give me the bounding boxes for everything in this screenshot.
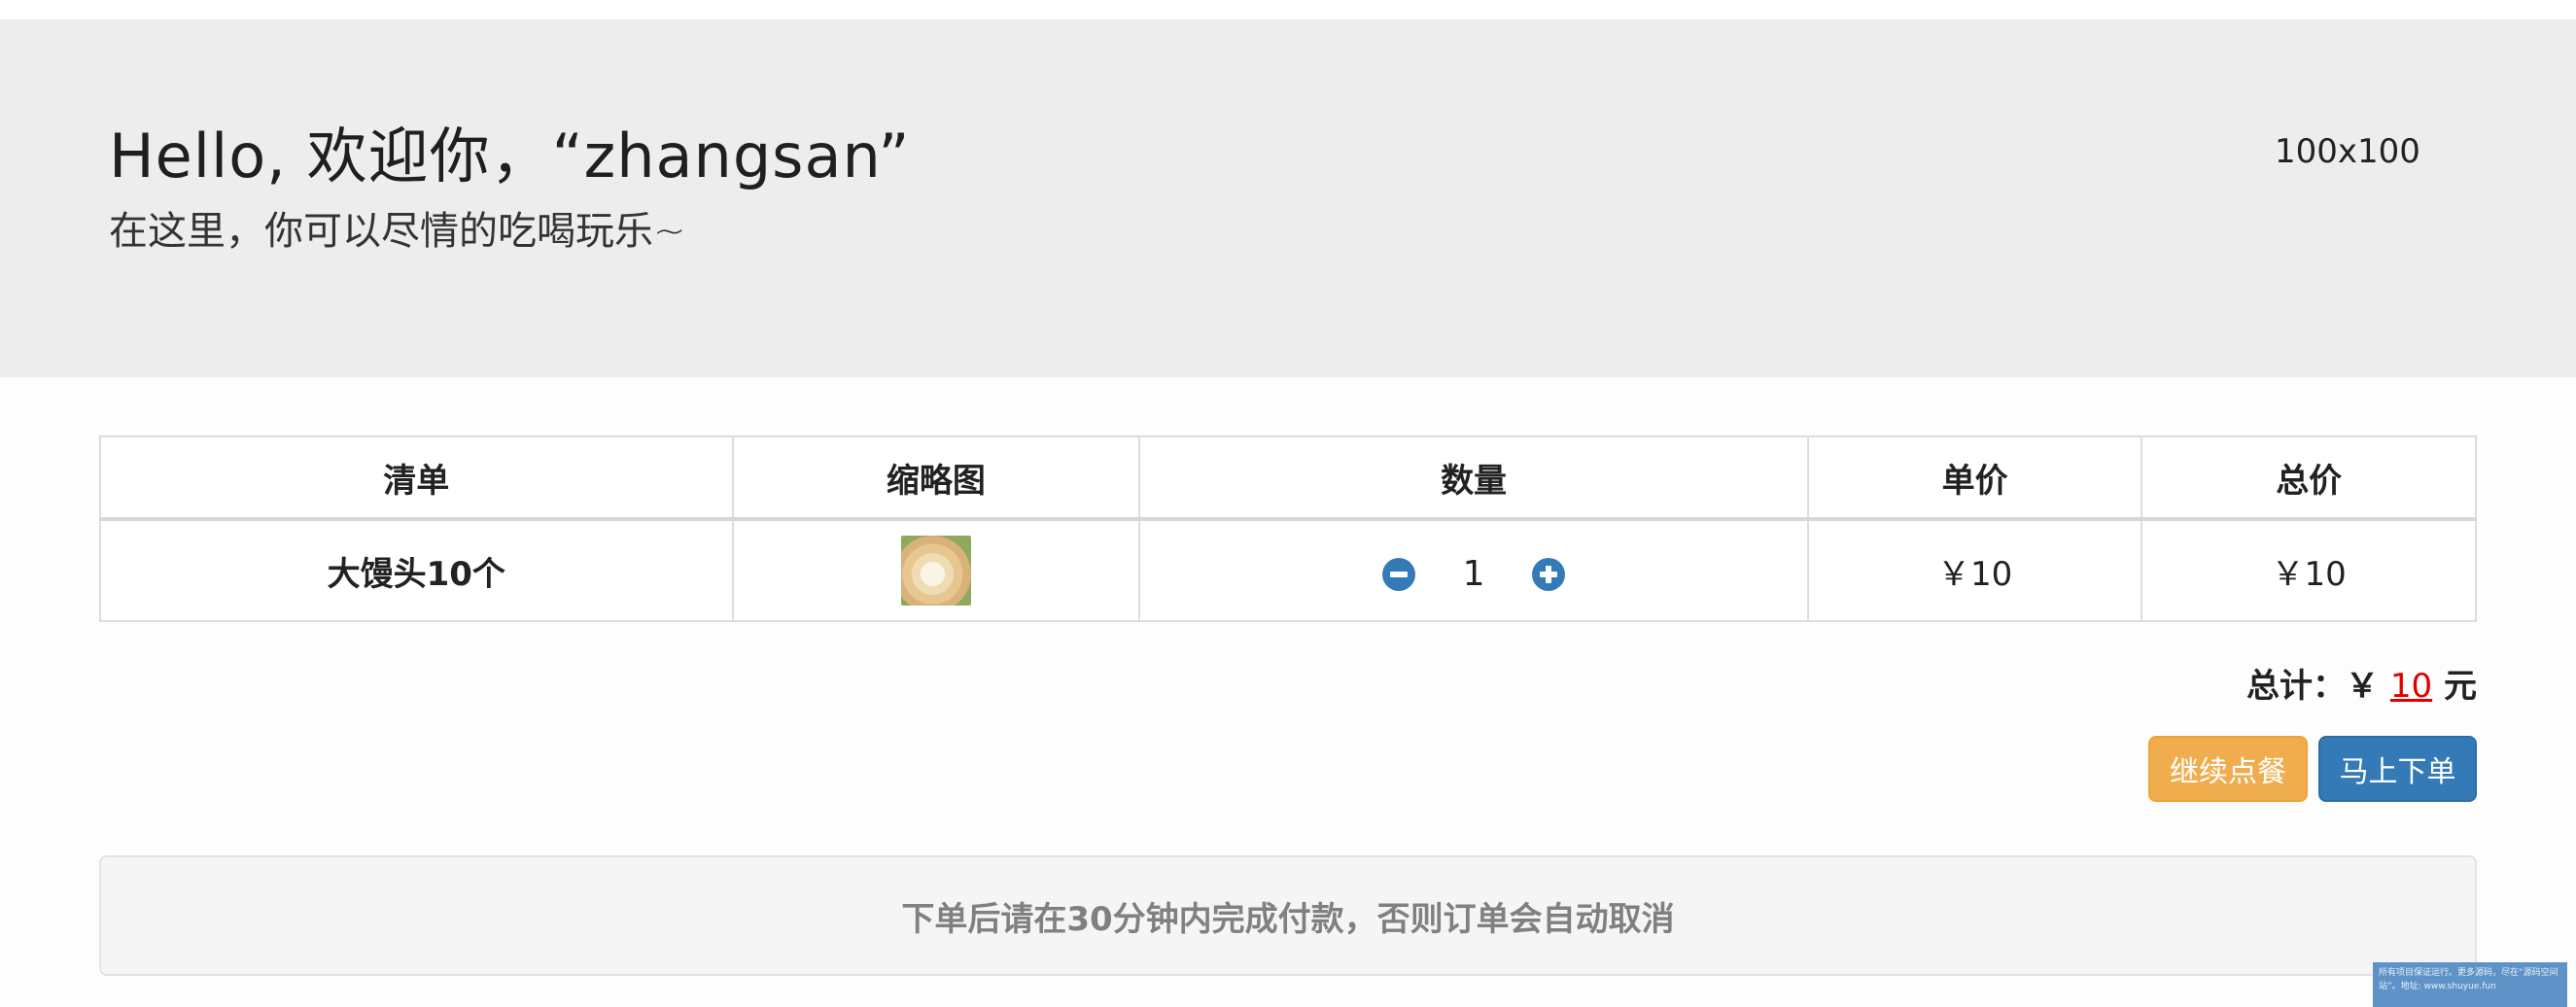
item-total-price: ￥10 (2141, 518, 2477, 622)
item-unit-price: ￥10 (1806, 518, 2143, 622)
column-header-item: 清单 (99, 435, 734, 520)
item-quantity-cell: 1 (1138, 518, 1809, 622)
source-watermark: 所有项目保证运行。更多源码，尽在“源码空间站”。地址: www.shuyue.f… (2373, 962, 2567, 1007)
steamed-bun-thumbnail[interactable] (900, 536, 971, 606)
order-total-amount: 10 (2389, 667, 2433, 706)
order-total-unit: 元 (2444, 667, 2477, 706)
item-name: 大馒头10个 (99, 518, 734, 622)
welcome-banner: Hello, 欢迎你，“zhangsan” 在这里，你可以尽情的吃喝玩乐~ 10… (0, 19, 2576, 377)
place-order-button[interactable]: 马上下单 (2318, 736, 2477, 802)
continue-ordering-button[interactable]: 继续点餐 (2148, 736, 2308, 802)
cart-table: 清单 缩略图 数量 单价 总价 大馒头10个 1 ￥10 ￥10 (99, 435, 2477, 622)
column-header-total-price: 总价 (2141, 435, 2477, 520)
column-header-unit-price: 单价 (1806, 435, 2143, 520)
plus-circle-icon[interactable] (1532, 557, 1566, 591)
order-total-label: 总计：￥ (2246, 667, 2380, 706)
quantity-value: 1 (1462, 554, 1485, 595)
avatar-placeholder: 100x100 (2275, 132, 2420, 171)
column-header-thumbnail: 缩略图 (731, 435, 1141, 520)
greeting-subtitle: 在这里，你可以尽情的吃喝玩乐~ (109, 209, 686, 254)
quantity-stepper: 1 (1382, 554, 1566, 595)
payment-notice: 下单后请在30分钟内完成付款，否则订单会自动取消 (99, 855, 2477, 976)
column-header-quantity: 数量 (1138, 435, 1809, 520)
item-thumbnail-cell (731, 518, 1141, 622)
top-strip (0, 0, 2576, 19)
greeting-heading: Hello, 欢迎你，“zhangsan” (109, 121, 911, 191)
minus-circle-icon[interactable] (1382, 557, 1416, 591)
table-row: 大馒头10个 1 ￥10 ￥10 (99, 518, 2477, 622)
cart-table-header-row: 清单 缩略图 数量 单价 总价 (99, 435, 2477, 520)
order-total: 总计：￥ 10 元 (2246, 659, 2477, 707)
payment-notice-text: 下单后请在30分钟内完成付款，否则订单会自动取消 (901, 899, 1675, 939)
